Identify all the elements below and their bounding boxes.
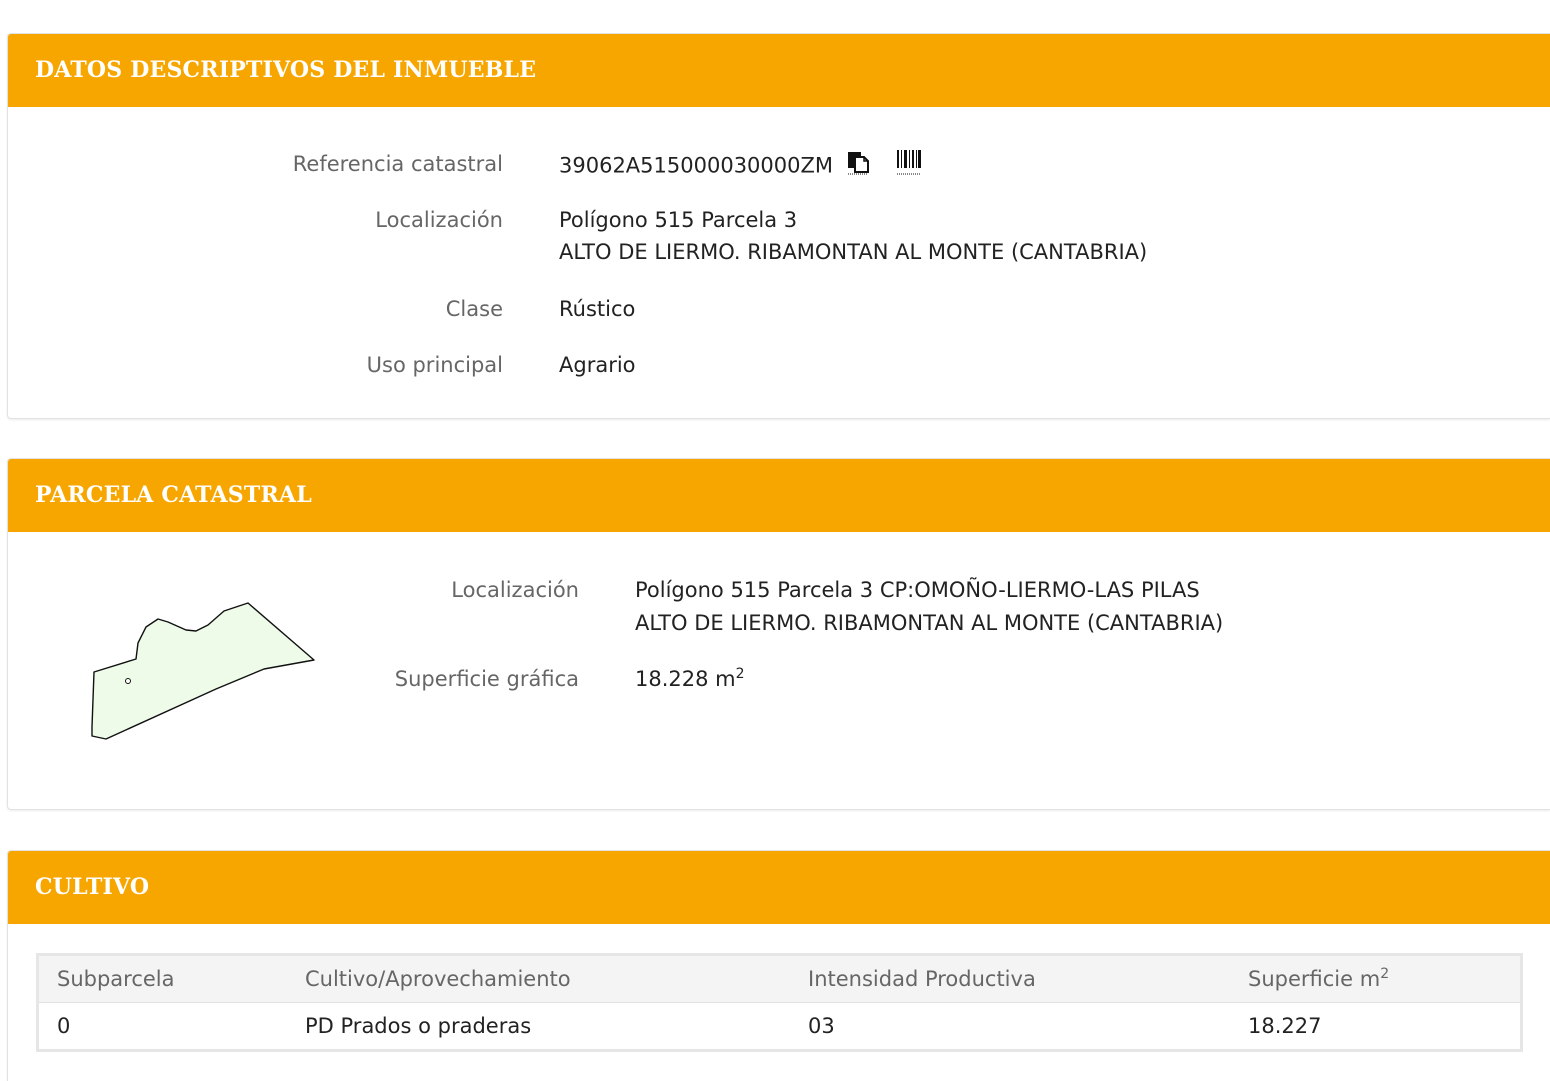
cell-subparcela: 0 — [57, 1014, 71, 1038]
uso-principal-value: Agrario — [559, 353, 636, 377]
col-superficie-label: Superficie m — [1248, 967, 1381, 991]
col-subparcela: Subparcela — [37, 954, 287, 1003]
cell-superficie: 18.227 — [1248, 1014, 1322, 1038]
panel-header-parcela: PARCELA CATASTRAL — [8, 459, 1550, 532]
panel-datos-descriptivos: DATOS DESCRIPTIVOS DEL INMUEBLE Referenc… — [7, 33, 1550, 419]
table-header-row: Subparcela Cultivo/Aprovechamiento Inten… — [37, 954, 1522, 1003]
ref-catastral-row: 39062A515000030000ZM — [559, 148, 922, 185]
uso-principal-label: Uso principal — [366, 353, 503, 377]
clase-label: Clase — [445, 297, 503, 321]
localizacion-label: Localización — [375, 208, 503, 232]
superficie-grafica-exp: 2 — [735, 666, 745, 682]
panel-header-cultivo: CULTIVO — [8, 851, 1550, 924]
barcode-icon[interactable] — [896, 148, 922, 185]
panel-parcela-catastral: PARCELA CATASTRAL Localización Polígono … — [7, 458, 1550, 810]
parcela-localizacion-line1: Polígono 515 Parcela 3 CP:OMOÑO-LIERMO-L… — [635, 578, 1200, 602]
table-row: 0 PD Prados o praderas 03 18.227 — [38, 1003, 1522, 1051]
cell-cultivo: PD Prados o praderas — [305, 1014, 532, 1038]
superficie-grafica-label: Superficie gráfica — [394, 667, 579, 691]
superficie-grafica-number: 18.228 m — [635, 667, 736, 691]
cultivo-table: Subparcela Cultivo/Aprovechamiento Inten… — [36, 953, 1523, 1052]
ref-catastral-value[interactable]: 39062A515000030000ZM — [559, 154, 833, 178]
panel-header-datos: DATOS DESCRIPTIVOS DEL INMUEBLE — [8, 34, 1550, 107]
clase-value: Rústico — [559, 297, 636, 321]
parcela-localizacion-line2: ALTO DE LIERMO. RIBAMONTAN AL MONTE (CAN… — [635, 611, 1224, 635]
col-superficie: Superficie m2 — [1230, 954, 1522, 1003]
panel-cultivo: CULTIVO Subparcela Cultivo/Aprovechamien… — [7, 850, 1550, 1081]
col-intensidad: Intensidad Productiva — [790, 954, 1230, 1003]
superficie-grafica-value: 18.228 m2 — [635, 663, 745, 695]
col-cultivo: Cultivo/Aprovechamiento — [287, 954, 790, 1003]
col-superficie-exp: 2 — [1380, 966, 1390, 982]
localizacion-line2: ALTO DE LIERMO. RIBAMONTAN AL MONTE (CAN… — [559, 240, 1148, 264]
ref-catastral-label: Referencia catastral — [292, 152, 503, 176]
copy-icon[interactable] — [846, 149, 870, 184]
localizacion-line1: Polígono 515 Parcela 3 — [559, 208, 798, 232]
cell-intensidad: 03 — [808, 1014, 835, 1038]
parcela-localizacion-label: Localización — [451, 578, 579, 602]
